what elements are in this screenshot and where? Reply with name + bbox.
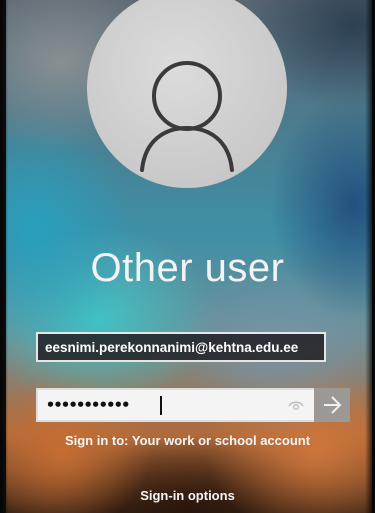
lock-screen: Other user eesnimi.perekonnanimi@kehtna.…: [0, 0, 375, 513]
user-avatar: [87, 0, 287, 188]
eye-icon[interactable]: [288, 398, 304, 412]
text-caret: [160, 396, 162, 415]
password-field-container[interactable]: •••••••••••: [36, 388, 350, 422]
sign-in-target-text: Sign in to: Your work or school account: [64, 433, 311, 448]
user-name: Other user: [90, 246, 285, 290]
email-field[interactable]: eesnimi.perekonnanimi@kehtna.edu.ee: [36, 332, 326, 362]
sign-in-options-link[interactable]: Sign-in options: [0, 488, 375, 503]
arrow-right-icon: [324, 396, 342, 414]
person-outline-icon: [140, 61, 234, 172]
submit-button[interactable]: [314, 388, 350, 422]
password-input[interactable]: •••••••••••: [46, 394, 130, 416]
